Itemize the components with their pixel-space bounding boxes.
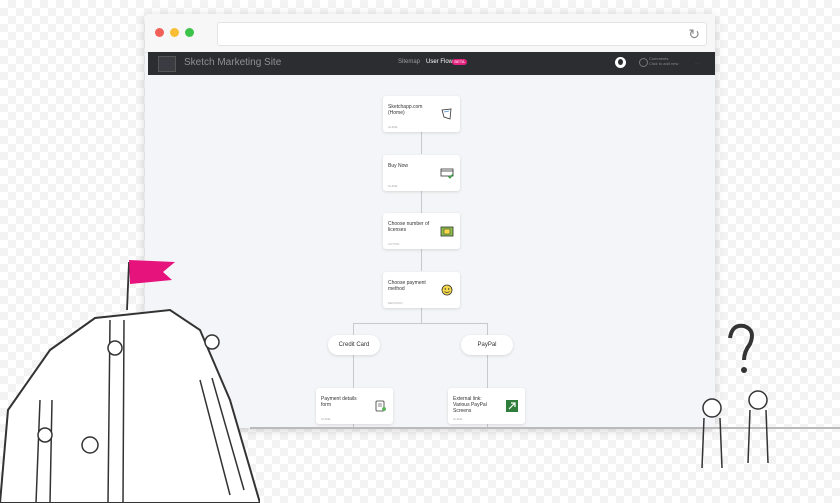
- card-tag: DECISION: [388, 301, 403, 305]
- confused-figure: [748, 390, 768, 410]
- branch-paypal[interactable]: PayPal: [461, 335, 513, 355]
- tab-sitemap[interactable]: Sitemap: [398, 59, 420, 65]
- question-mark-icon: [728, 323, 754, 361]
- card-tag: GUIDE: [388, 184, 398, 188]
- card-title: Choose payment method: [388, 280, 426, 292]
- card-tag: GUIDE: [388, 125, 398, 129]
- card-title: Payment details form: [321, 396, 357, 408]
- smiley-icon: [441, 284, 453, 296]
- connector: [487, 355, 488, 388]
- beta-badge: BETA: [452, 59, 467, 65]
- share-button[interactable]: ···: [695, 61, 699, 66]
- climber-figure: [37, 427, 53, 443]
- flag-pole: [126, 261, 130, 311]
- card-title: Sketchapp.com (Home): [388, 104, 423, 116]
- connector: [353, 355, 354, 388]
- branch-credit-card[interactable]: Credit Card: [328, 335, 380, 355]
- credit-card-check-icon: [440, 168, 454, 179]
- connector: [421, 308, 422, 323]
- question-illustration: [701, 323, 769, 469]
- flow-page-card[interactable]: Choose number of licenses ACTION: [383, 213, 460, 249]
- avatar[interactable]: [615, 57, 626, 68]
- flow-page-card[interactable]: Choose payment method DECISION: [383, 272, 460, 308]
- connector: [353, 323, 488, 324]
- minimize-window-button[interactable]: [170, 28, 179, 37]
- tab-user-flow[interactable]: User Flow: [426, 59, 453, 65]
- form-icon: [375, 400, 386, 412]
- mirror-icon: [441, 108, 452, 120]
- connector: [421, 132, 422, 154]
- comments-button[interactable]: Comments Click to add new: [649, 56, 678, 66]
- card-tag: GUIDE: [321, 417, 331, 421]
- connector: [421, 191, 422, 213]
- external-link-icon: [506, 400, 518, 412]
- project-title: Sketch Marketing Site: [184, 57, 282, 68]
- browser-chrome: ↻: [145, 14, 715, 53]
- license-count-icon: [440, 226, 454, 237]
- flow-page-card[interactable]: Buy Now GUIDE: [383, 155, 460, 191]
- connector: [353, 323, 354, 335]
- ladder-rail: [122, 319, 125, 503]
- confused-figure: [702, 398, 722, 418]
- comments-hint: Click to add new: [649, 61, 679, 66]
- app-logo[interactable]: [158, 56, 176, 72]
- address-bar[interactable]: ↻: [217, 22, 707, 46]
- flag-icon: [129, 260, 175, 284]
- card-tag: ACTION: [388, 242, 400, 246]
- app-header: Sketch Marketing Site Sitemap User Flow …: [148, 52, 715, 75]
- climber-figure: [81, 436, 99, 454]
- card-tag: GUIDE: [453, 417, 463, 421]
- connector: [487, 323, 488, 335]
- comments-icon[interactable]: [639, 58, 648, 67]
- card-title: External link: Various PayPal Screens: [453, 396, 487, 414]
- mountain-illustration: [0, 260, 260, 503]
- climber-figure: [204, 334, 220, 350]
- flow-page-card[interactable]: Sketchapp.com (Home) GUIDE: [383, 96, 460, 132]
- card-title: Choose number of licenses: [388, 221, 430, 233]
- climber-figure: [107, 340, 123, 356]
- flow-page-card[interactable]: External link: Various PayPal Screens GU…: [448, 388, 525, 424]
- flow-page-card[interactable]: Payment details form GUIDE: [316, 388, 393, 424]
- connector: [421, 249, 422, 271]
- maximize-window-button[interactable]: [185, 28, 194, 37]
- reload-icon[interactable]: ↻: [688, 25, 700, 43]
- card-title: Buy Now: [388, 163, 409, 169]
- close-window-button[interactable]: [155, 28, 164, 37]
